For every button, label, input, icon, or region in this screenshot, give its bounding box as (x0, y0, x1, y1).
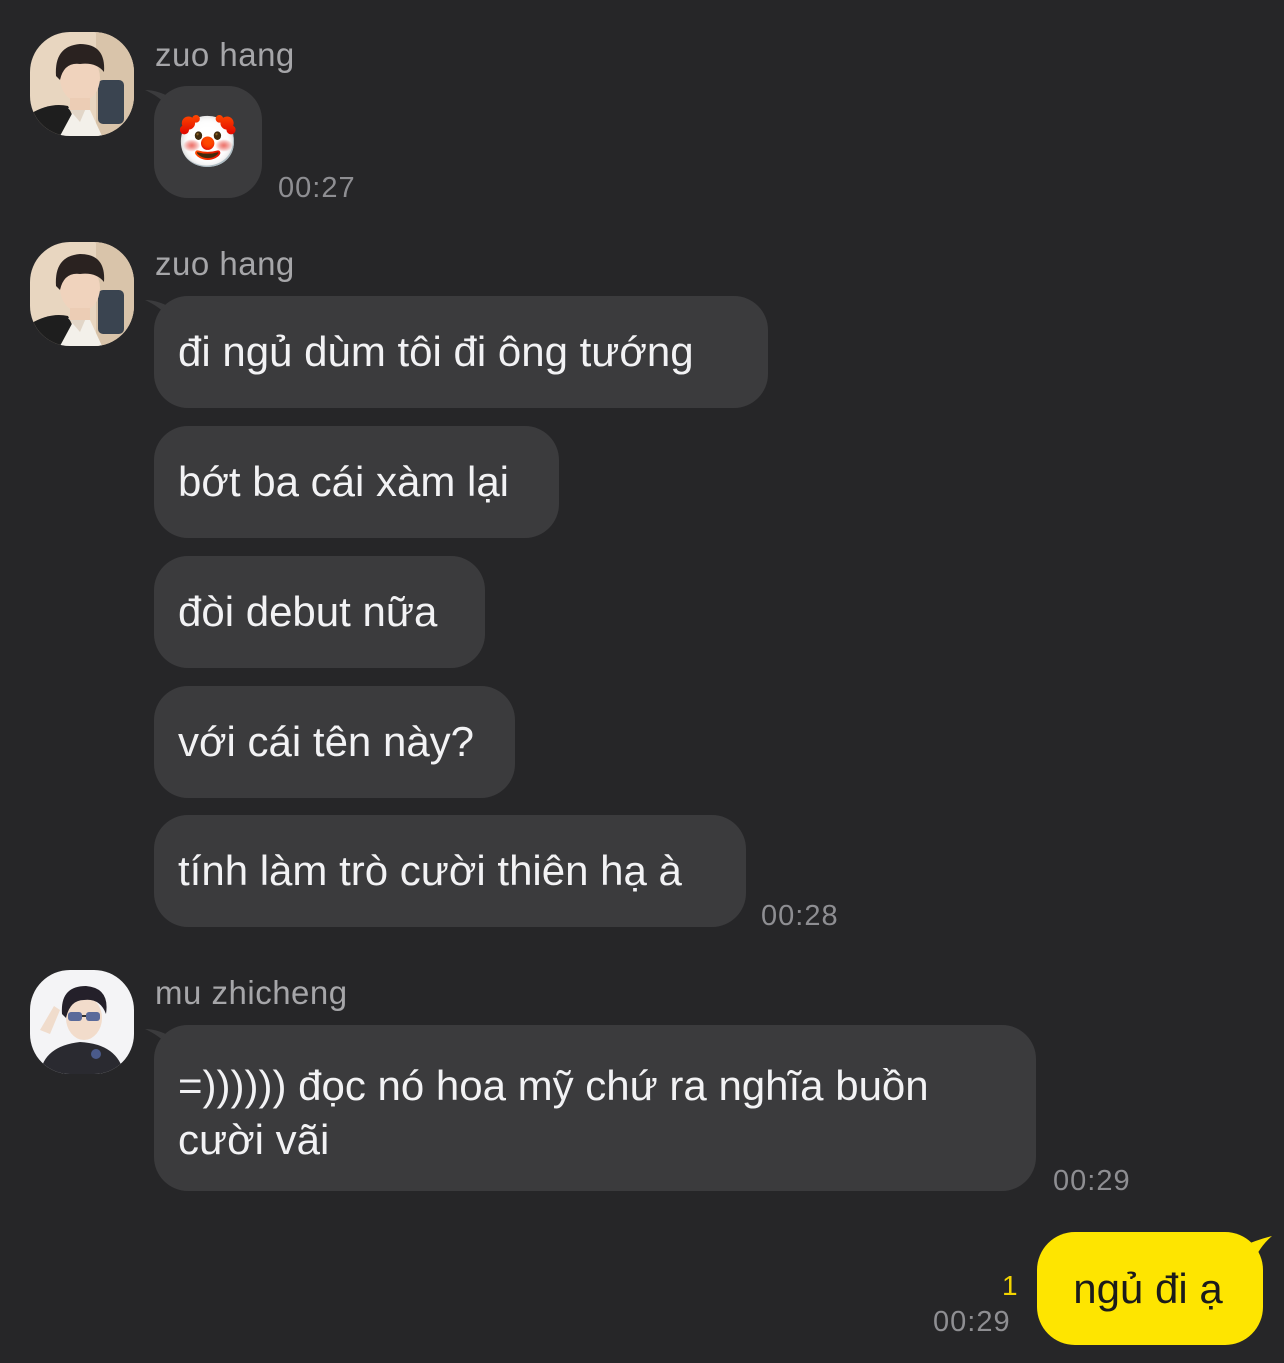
avatar-photo-icon (30, 242, 134, 346)
message-text: với cái tên này? (178, 718, 475, 765)
message-timestamp: 00:28 (761, 900, 839, 932)
avatar-mu-zhicheng[interactable] (30, 970, 134, 1074)
avatar-photo-icon (30, 32, 134, 136)
message-text: đòi debut nữa (178, 588, 438, 635)
sender-name: zuo hang (155, 36, 295, 73)
message-bubble[interactable]: đòi debut nữa (154, 556, 485, 668)
message-text: tính làm trò cười thiên hạ à (178, 847, 682, 894)
chat-screen: zuo hang 🤡 00:27 zuo hang đi ngủ dùm tôi… (0, 0, 1284, 1363)
message-bubble-emoji[interactable]: 🤡 (154, 86, 262, 198)
sender-name: mu zhicheng (155, 974, 348, 1011)
avatar-zuo-hang[interactable] (30, 32, 134, 136)
message-timestamp: 00:27 (278, 172, 356, 204)
message-bubble[interactable]: đi ngủ dùm tôi đi ông tướng (154, 296, 768, 408)
message-timestamp: 00:29 (1053, 1165, 1131, 1197)
message-text: đi ngủ dùm tôi đi ông tướng (178, 328, 694, 375)
avatar-photo-icon (30, 970, 134, 1074)
unread-count-badge: 1 (1002, 1270, 1018, 1301)
my-message-bubble[interactable]: ngủ đi ạ (1037, 1232, 1263, 1345)
message-bubble[interactable]: =)))))) đọc nó hoa mỹ chứ ra nghĩa buồn … (154, 1025, 1036, 1191)
message-bubble[interactable]: với cái tên này? (154, 686, 515, 798)
message-bubble[interactable]: tính làm trò cười thiên hạ à (154, 815, 746, 927)
message-timestamp: 00:29 (933, 1306, 1011, 1338)
clown-face-icon: 🤡 (176, 113, 240, 170)
message-text: =)))))) đọc nó hoa mỹ chứ ra nghĩa buồn … (178, 1062, 929, 1163)
sender-name: zuo hang (155, 245, 295, 282)
message-bubble[interactable]: bớt ba cái xàm lại (154, 426, 559, 538)
message-text: ngủ đi ạ (1073, 1264, 1223, 1312)
avatar-zuo-hang[interactable] (30, 242, 134, 346)
message-text: bớt ba cái xàm lại (178, 458, 510, 505)
